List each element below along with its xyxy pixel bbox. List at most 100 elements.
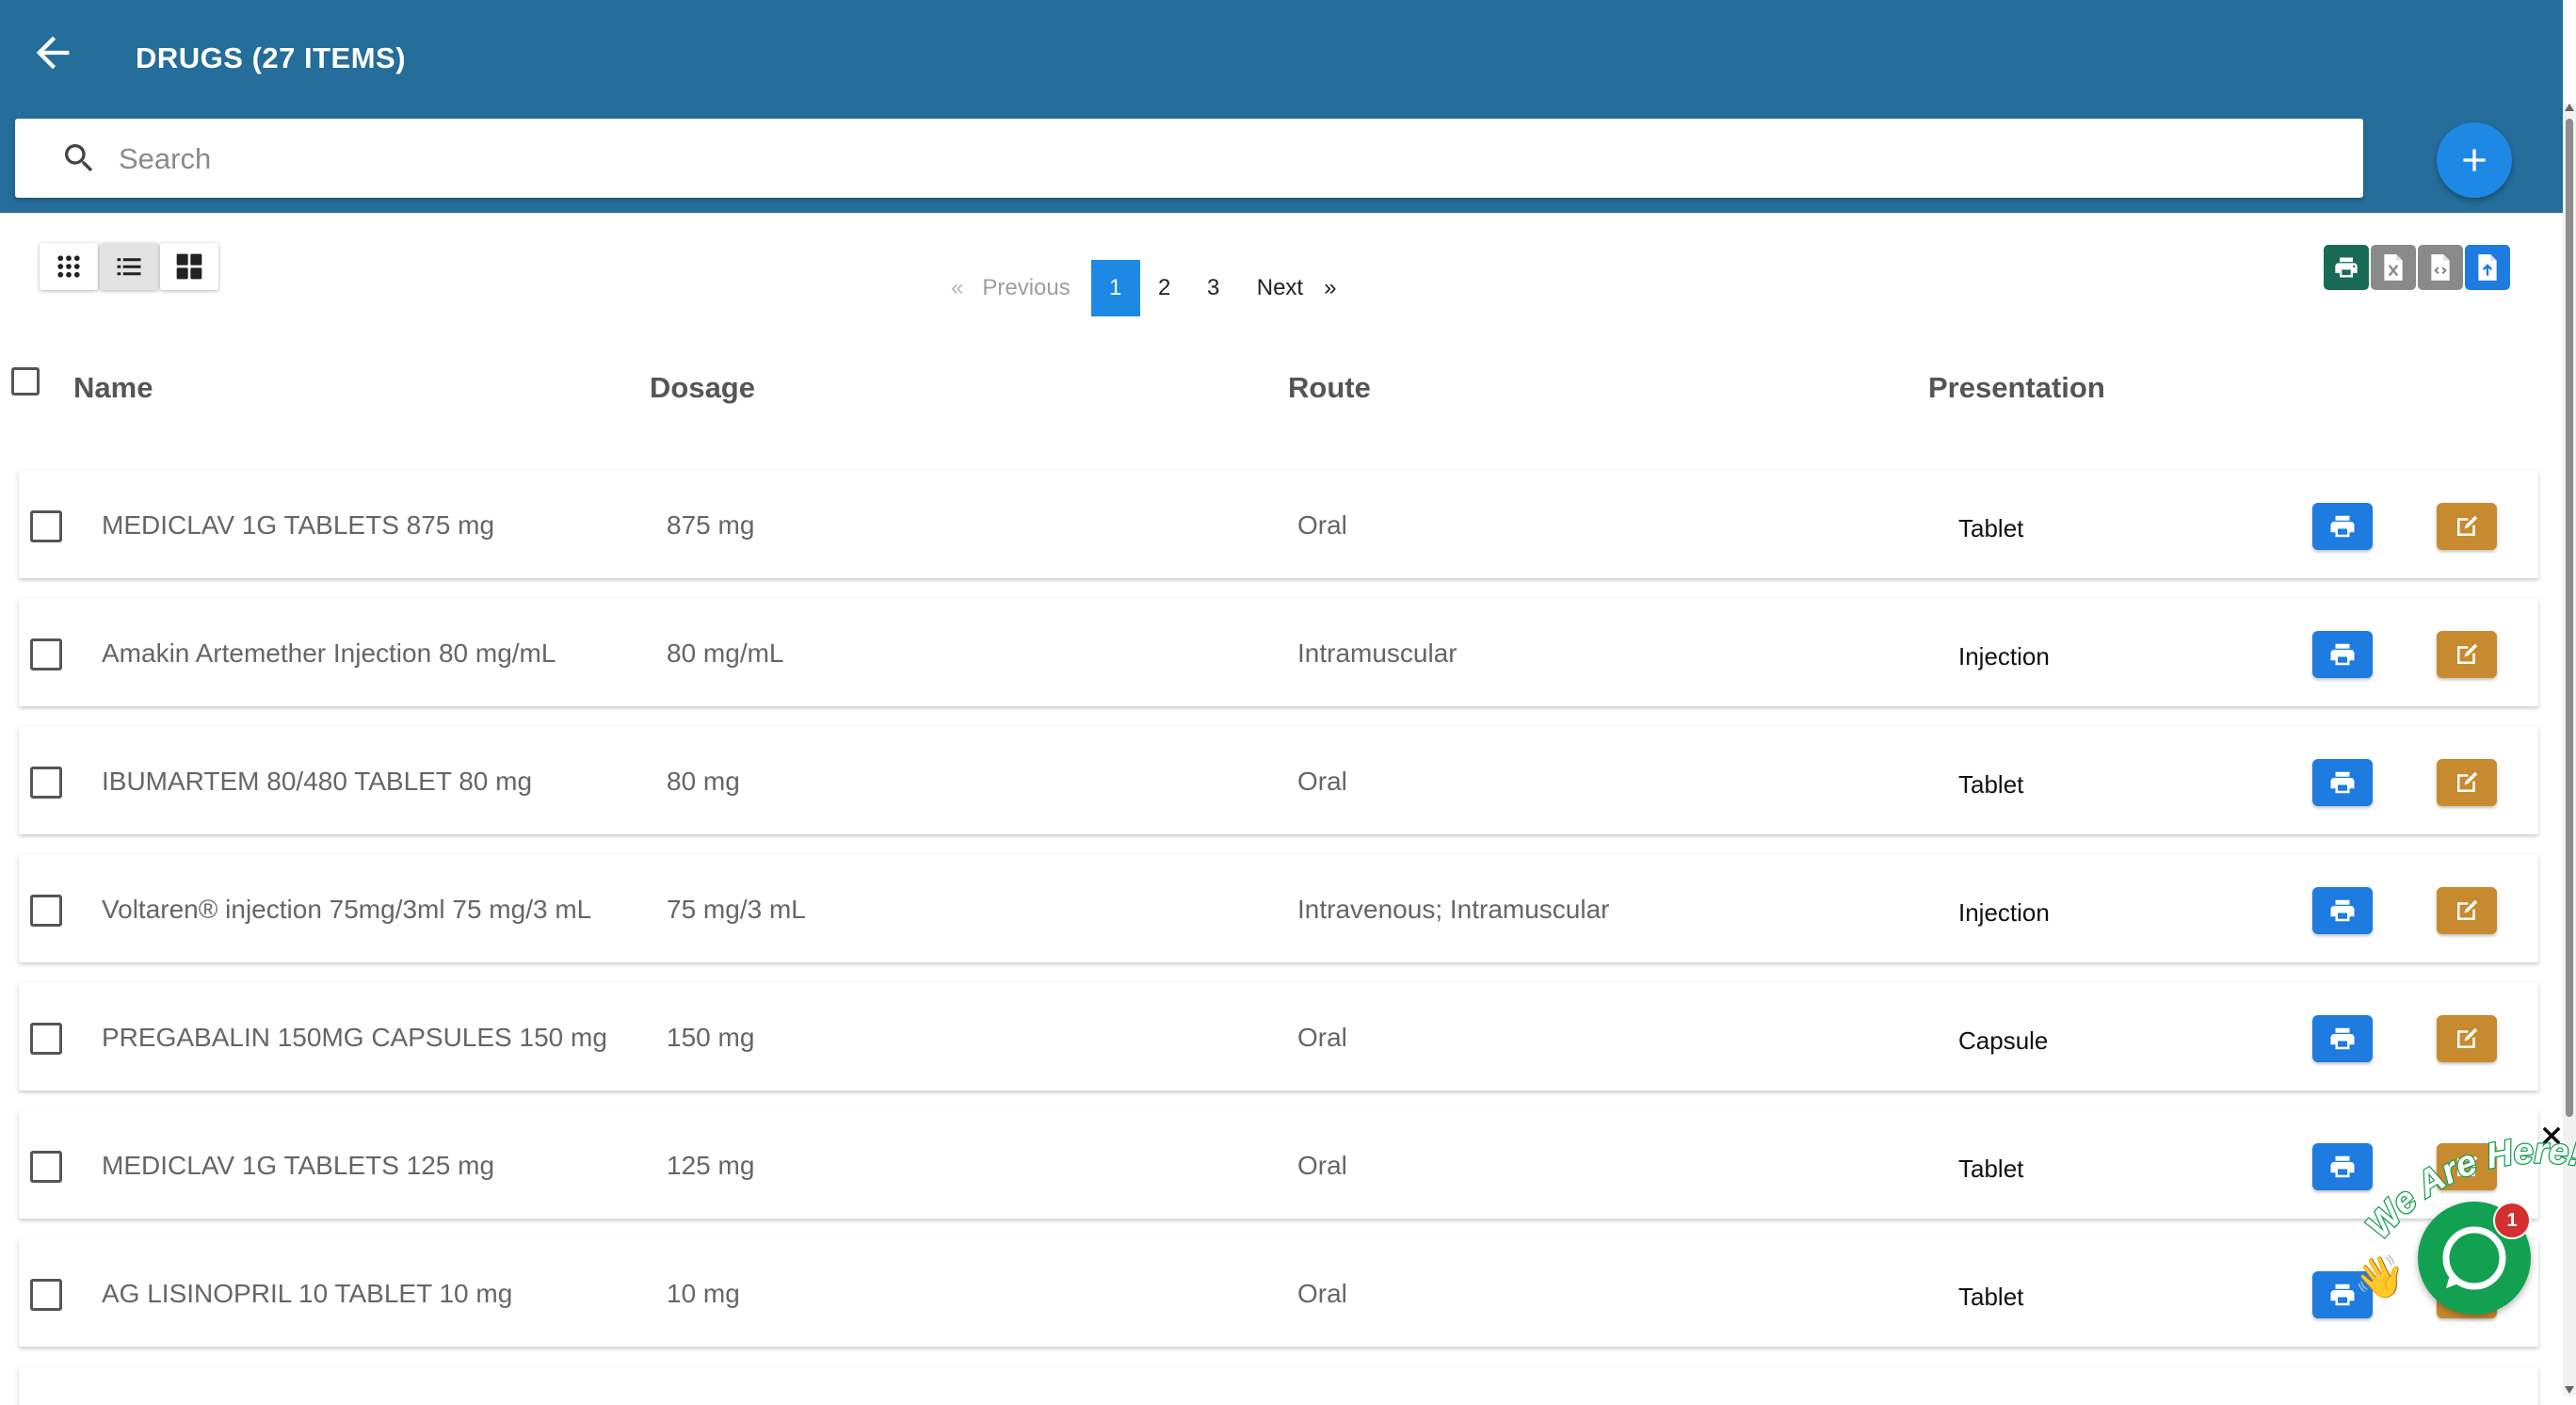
app-header: DRUGS (27 ITEMS) <box>0 0 2563 213</box>
printer-icon <box>2330 771 2355 794</box>
table-row[interactable]: Voltaren® injection 75mg/3ml 75 mg/3 mL … <box>19 855 2538 962</box>
code-file-icon <box>2431 254 2450 281</box>
cell-dosage: 150 mg <box>667 1023 755 1052</box>
printer-icon <box>2330 899 2355 922</box>
export-code-button[interactable] <box>2418 245 2463 290</box>
cell-route: Oral <box>1297 1151 1347 1180</box>
cell-name: MEDICLAV 1G TABLETS 125 mg <box>102 1151 495 1180</box>
grid-dots-icon <box>57 255 80 278</box>
scroll-up-arrow[interactable] <box>2565 104 2574 111</box>
row-print-button[interactable] <box>2312 631 2373 678</box>
export-excel-button[interactable] <box>2371 245 2416 290</box>
cell-dosage: 125 mg <box>667 1151 755 1180</box>
pagination-previous: Previous <box>982 275 1071 300</box>
row-edit-button[interactable] <box>2437 631 2497 678</box>
search-bar <box>15 119 2363 198</box>
scroll-down-arrow[interactable] <box>2565 1386 2574 1394</box>
row-checkbox[interactable] <box>30 1023 62 1055</box>
table-row[interactable]: MEDICLAV 1G TABLETS 875 mg 875 mg Oral T… <box>19 471 2538 578</box>
view-list-button[interactable] <box>100 243 158 290</box>
page-title: DRUGS (27 ITEMS) <box>136 41 407 74</box>
row-checkbox[interactable] <box>30 1151 62 1183</box>
printer-icon <box>2330 643 2355 666</box>
cell-route: Intramuscular <box>1297 638 1457 668</box>
view-grid-small-button[interactable] <box>40 243 98 290</box>
table-row[interactable]: Amakin Artemether Injection 80 mg/mL 80 … <box>19 599 2538 706</box>
cell-presentation: Injection <box>1958 642 2050 670</box>
table-row[interactable]: MEDICLAV 1G TABLETS 125 mg 125 mg Oral T… <box>19 1111 2538 1219</box>
edit-icon <box>2457 643 2478 664</box>
file-upload-icon <box>2478 254 2497 281</box>
row-edit-button[interactable] <box>2437 1015 2497 1062</box>
cell-presentation: Capsule <box>1958 1026 2049 1055</box>
export-toolbar <box>2324 245 2512 290</box>
row-checkbox[interactable] <box>30 1279 62 1311</box>
cell-route: Oral <box>1297 510 1347 540</box>
select-all-checkbox[interactable] <box>11 367 40 396</box>
printer-icon <box>2330 515 2355 538</box>
view-grid-large-button[interactable] <box>160 243 218 290</box>
cell-presentation: Tablet <box>1958 1283 2024 1311</box>
table-row[interactable]: IBUMARTEM 80/480 TABLET 80 mg 80 mg Oral… <box>19 727 2538 834</box>
row-print-button[interactable] <box>2312 759 2373 806</box>
table-row[interactable]: PREGABALIN 150MG CAPSULES 150 mg 150 mg … <box>19 983 2538 1090</box>
cell-name: MEDICLAV 1G TABLETS 875 mg <box>102 510 495 540</box>
waving-hand-icon: 👋 <box>2354 1254 2406 1300</box>
grid-large-icon <box>176 253 202 280</box>
pagination-page-1[interactable]: 1 <box>1090 260 1140 316</box>
row-print-button[interactable] <box>2312 503 2373 550</box>
cell-name: IBUMARTEM 80/480 TABLET 80 mg <box>102 767 533 796</box>
cell-presentation: Tablet <box>1958 514 2024 542</box>
printer-icon <box>2330 1027 2355 1050</box>
row-checkbox[interactable] <box>30 767 62 799</box>
cell-dosage: 10 mg <box>667 1279 740 1308</box>
row-edit-button[interactable] <box>2437 759 2497 806</box>
pagination-prev-arrow: « <box>951 275 964 300</box>
printer-icon <box>2330 1284 2355 1306</box>
pagination-page-2[interactable]: 2 <box>1140 260 1189 316</box>
column-header-dosage[interactable]: Dosage <box>650 371 755 405</box>
search-input[interactable] <box>117 132 2343 186</box>
export-print-button[interactable] <box>2324 245 2369 290</box>
cell-route: Intravenous; Intramuscular <box>1297 895 1610 924</box>
scroll-thumb[interactable] <box>2566 119 2573 1117</box>
printer-icon <box>2335 257 2358 278</box>
row-checkbox[interactable] <box>30 510 62 542</box>
edit-icon <box>2457 515 2478 536</box>
pagination-next-arrow[interactable]: » <box>1324 275 1336 301</box>
back-button[interactable] <box>28 28 77 77</box>
column-header-presentation[interactable]: Presentation <box>1928 371 2105 405</box>
column-header-route[interactable]: Route <box>1288 371 1371 405</box>
search-icon <box>65 144 93 172</box>
chat-unread-badge: 1 <box>2493 1202 2531 1239</box>
row-print-button[interactable] <box>2312 1015 2373 1062</box>
edit-icon <box>2457 771 2478 792</box>
cell-dosage: 80 mg <box>667 767 740 796</box>
export-upload-button[interactable] <box>2465 245 2510 290</box>
plus-icon <box>2463 149 2486 171</box>
row-print-button[interactable] <box>2312 887 2373 934</box>
add-drug-button[interactable] <box>2437 122 2512 198</box>
pagination-page-3[interactable]: 3 <box>1189 260 1238 316</box>
cell-dosage: 75 mg/3 mL <box>667 895 806 924</box>
table-row[interactable] <box>19 1367 2538 1405</box>
pagination-next[interactable]: Next <box>1257 275 1303 301</box>
cell-route: Oral <box>1297 767 1347 796</box>
excel-file-icon <box>2384 254 2403 281</box>
row-checkbox[interactable] <box>30 638 62 670</box>
column-header-name[interactable]: Name <box>73 371 153 405</box>
cell-route: Oral <box>1297 1279 1347 1308</box>
cell-dosage: 80 mg/mL <box>667 638 784 668</box>
table-row[interactable]: AG LISINOPRIL 10 TABLET 10 mg 10 mg Oral… <box>19 1239 2538 1347</box>
edit-icon <box>2457 899 2478 920</box>
row-edit-button[interactable] <box>2437 887 2497 934</box>
cell-presentation: Tablet <box>1958 1155 2024 1183</box>
cell-name: PREGABALIN 150MG CAPSULES 150 mg <box>102 1023 607 1052</box>
view-toggle <box>40 243 220 290</box>
row-edit-button[interactable] <box>2437 503 2497 550</box>
cell-name: Voltaren® injection 75mg/3ml 75 mg/3 mL <box>102 895 592 924</box>
cell-presentation: Tablet <box>1958 770 2024 799</box>
cell-route: Oral <box>1297 1023 1347 1052</box>
cell-name: Amakin Artemether Injection 80 mg/mL <box>102 638 556 668</box>
row-checkbox[interactable] <box>30 895 62 927</box>
